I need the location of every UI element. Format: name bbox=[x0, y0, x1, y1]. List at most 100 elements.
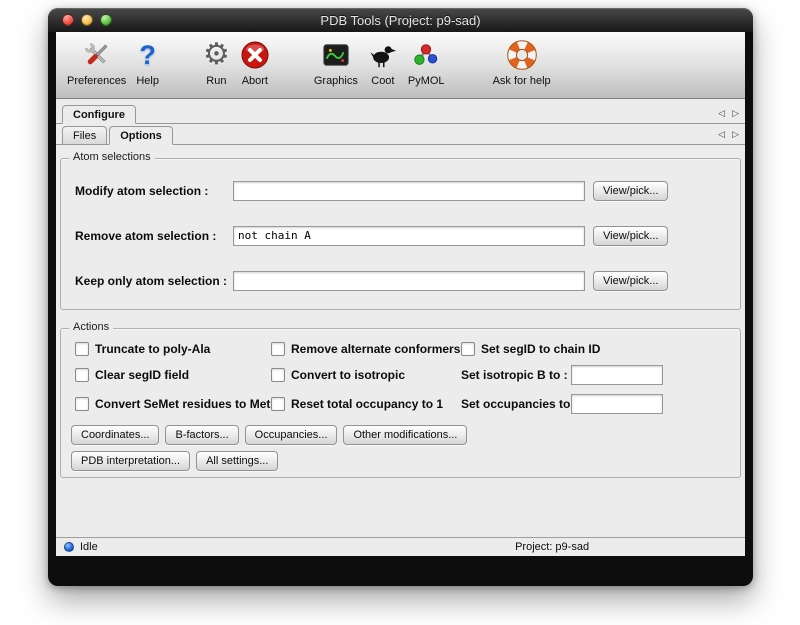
lifebuoy-icon bbox=[506, 36, 538, 74]
preferences-button[interactable]: Preferences bbox=[62, 36, 131, 87]
remove-alt-conformers-label: Remove alternate conformers bbox=[291, 342, 460, 356]
graphics-label: Graphics bbox=[314, 75, 358, 87]
traffic-lights bbox=[62, 14, 112, 26]
set-segid-chainid-option: Set segID to chain ID bbox=[461, 342, 740, 356]
gear-icon: ⚙ bbox=[203, 36, 230, 74]
clear-segid-checkbox[interactable] bbox=[75, 368, 89, 382]
help-icon: ? bbox=[139, 36, 156, 74]
remove-atom-selection-row: Remove atom selection : View/pick... bbox=[61, 213, 740, 258]
set-isotropic-b-field: Set isotropic B to : bbox=[461, 365, 740, 385]
set-occupancies-field: Set occupancies to : bbox=[461, 394, 740, 414]
title-bar: PDB Tools (Project: p9-sad) bbox=[48, 8, 753, 32]
tab-configure[interactable]: Configure bbox=[62, 105, 136, 124]
atom-selections-group: Atom selections Modify atom selection : … bbox=[60, 158, 741, 310]
abort-icon bbox=[240, 36, 270, 74]
run-label: Run bbox=[206, 75, 226, 87]
tab-files[interactable]: Files bbox=[62, 126, 107, 145]
subtab-scroll-left-icon[interactable]: ◁ bbox=[718, 129, 725, 140]
reset-occupancy-option: Reset total occupancy to 1 bbox=[271, 397, 461, 411]
tab-options[interactable]: Options bbox=[109, 126, 173, 145]
set-segid-chainid-label: Set segID to chain ID bbox=[481, 342, 600, 356]
clear-segid-label: Clear segID field bbox=[95, 368, 189, 382]
ask-for-help-label: Ask for help bbox=[493, 75, 551, 87]
tab-scroll-left-icon[interactable]: ◁ bbox=[718, 108, 725, 119]
tools-icon bbox=[81, 36, 113, 74]
convert-isotropic-option: Convert to isotropic bbox=[271, 368, 461, 382]
actions-grid: Truncate to poly-Ala Remove alternate co… bbox=[75, 342, 740, 414]
close-button[interactable] bbox=[62, 14, 74, 26]
tab-scroll-arrows: ◁ ▷ bbox=[718, 108, 739, 123]
coordinates-button[interactable]: Coordinates... bbox=[71, 425, 159, 445]
modify-view-pick-button[interactable]: View/pick... bbox=[593, 181, 668, 201]
ask-for-help-button[interactable]: Ask for help bbox=[488, 36, 556, 87]
keep-atom-selection-row: Keep only atom selection : View/pick... bbox=[61, 258, 740, 303]
graphics-button[interactable]: Graphics bbox=[309, 36, 363, 87]
status-led-icon bbox=[64, 542, 74, 552]
app-window: PDB Tools (Project: p9-sad) bbox=[48, 8, 753, 586]
abort-button[interactable]: Abort bbox=[235, 36, 275, 87]
subtab-scroll-right-icon[interactable]: ▷ bbox=[732, 129, 739, 140]
status-text: Idle bbox=[80, 541, 98, 553]
preferences-label: Preferences bbox=[67, 75, 126, 87]
help-button[interactable]: ? Help bbox=[131, 36, 164, 87]
convert-semet-label: Convert SeMet residues to Met bbox=[95, 397, 270, 411]
set-occupancies-input[interactable] bbox=[571, 394, 663, 414]
convert-semet-checkbox[interactable] bbox=[75, 397, 89, 411]
atom-selections-title: Atom selections bbox=[69, 151, 155, 163]
window-content: Preferences ? Help ⚙ Run bbox=[56, 32, 745, 556]
set-segid-chainid-checkbox[interactable] bbox=[461, 342, 475, 356]
abort-label: Abort bbox=[242, 75, 268, 87]
truncate-polyala-label: Truncate to poly-Ala bbox=[95, 342, 210, 356]
all-settings-button[interactable]: All settings... bbox=[196, 451, 278, 471]
actions-title: Actions bbox=[69, 321, 113, 333]
help-label: Help bbox=[136, 75, 159, 87]
occupancies-button[interactable]: Occupancies... bbox=[245, 425, 338, 445]
pymol-button[interactable]: PyMOL bbox=[403, 36, 450, 87]
configure-tab-bar: Configure ◁ ▷ bbox=[56, 101, 745, 124]
actions-button-row-2: PDB interpretation... All settings... bbox=[71, 451, 740, 471]
project-text: Project: p9-sad bbox=[515, 541, 589, 553]
coot-button[interactable]: Coot bbox=[363, 36, 403, 87]
other-modifications-button[interactable]: Other modifications... bbox=[343, 425, 467, 445]
tab-scroll-right-icon[interactable]: ▷ bbox=[732, 108, 739, 119]
coot-bird-icon bbox=[368, 36, 398, 74]
pymol-icon bbox=[411, 36, 441, 74]
set-isotropic-b-input[interactable] bbox=[571, 365, 663, 385]
graphics-icon bbox=[321, 36, 351, 74]
remove-alt-conformers-option: Remove alternate conformers bbox=[271, 342, 461, 356]
pymol-label: PyMOL bbox=[408, 75, 445, 87]
truncate-polyala-option: Truncate to poly-Ala bbox=[75, 342, 271, 356]
set-occupancies-label: Set occupancies to : bbox=[461, 397, 565, 411]
zoom-button[interactable] bbox=[100, 14, 112, 26]
modify-atom-selection-input[interactable] bbox=[233, 181, 585, 201]
clear-segid-option: Clear segID field bbox=[75, 368, 271, 382]
coot-label: Coot bbox=[371, 75, 394, 87]
convert-isotropic-label: Convert to isotropic bbox=[291, 368, 405, 382]
remove-view-pick-button[interactable]: View/pick... bbox=[593, 226, 668, 246]
truncate-polyala-checkbox[interactable] bbox=[75, 342, 89, 356]
remove-atom-selection-label: Remove atom selection : bbox=[75, 229, 233, 243]
remove-alt-conformers-checkbox[interactable] bbox=[271, 342, 285, 356]
status-bar: Idle Project: p9-sad bbox=[56, 537, 745, 556]
subtab-scroll-arrows: ◁ ▷ bbox=[718, 129, 739, 144]
keep-view-pick-button[interactable]: View/pick... bbox=[593, 271, 668, 291]
b-factors-button[interactable]: B-factors... bbox=[165, 425, 238, 445]
actions-group: Actions Truncate to poly-Ala Remove alte… bbox=[60, 328, 741, 478]
remove-atom-selection-input[interactable] bbox=[233, 226, 585, 246]
minimize-button[interactable] bbox=[81, 14, 93, 26]
pdb-interpretation-button[interactable]: PDB interpretation... bbox=[71, 451, 190, 471]
window-title: PDB Tools (Project: p9-sad) bbox=[48, 13, 753, 28]
set-isotropic-b-label: Set isotropic B to : bbox=[461, 368, 565, 382]
keep-atom-selection-label: Keep only atom selection : bbox=[75, 274, 233, 288]
modify-atom-selection-label: Modify atom selection : bbox=[75, 184, 233, 198]
convert-isotropic-checkbox[interactable] bbox=[271, 368, 285, 382]
modify-atom-selection-row: Modify atom selection : View/pick... bbox=[61, 168, 740, 213]
convert-semet-option: Convert SeMet residues to Met bbox=[75, 397, 271, 411]
actions-button-row-1: Coordinates... B-factors... Occupancies.… bbox=[71, 425, 740, 445]
subtab-bar: Files Options ◁ ▷ bbox=[56, 124, 745, 145]
reset-occupancy-label: Reset total occupancy to 1 bbox=[291, 397, 443, 411]
toolbar: Preferences ? Help ⚙ Run bbox=[56, 32, 745, 99]
reset-occupancy-checkbox[interactable] bbox=[271, 397, 285, 411]
run-button[interactable]: ⚙ Run bbox=[198, 36, 235, 87]
keep-atom-selection-input[interactable] bbox=[233, 271, 585, 291]
